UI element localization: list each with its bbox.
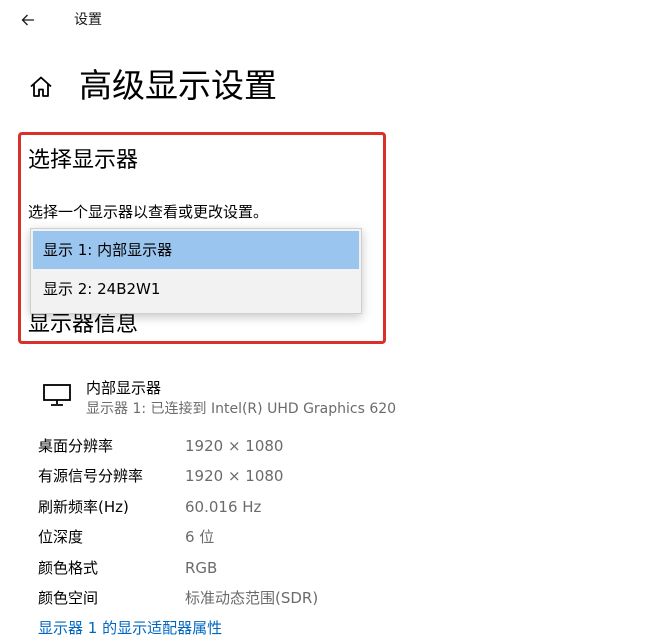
display-option-1[interactable]: 显示 1: 内部显示器 bbox=[33, 231, 359, 269]
page-title: 高级显示设置 bbox=[79, 66, 277, 105]
display-info-heading: 显示器信息 bbox=[28, 312, 139, 337]
display-select-dropdown[interactable]: 显示 1: 内部显示器 显示 2: 24B2W1 bbox=[30, 228, 362, 314]
home-icon[interactable] bbox=[28, 74, 54, 100]
color-space-value: 标准动态范围(SDR) bbox=[185, 589, 319, 607]
color-space-label: 颜色空间 bbox=[38, 589, 99, 607]
back-button[interactable] bbox=[14, 6, 42, 34]
refresh-rate-label: 刷新频率(Hz) bbox=[38, 498, 129, 516]
desktop-resolution-label: 桌面分辨率 bbox=[38, 437, 114, 455]
display-name: 内部显示器 bbox=[86, 379, 162, 397]
active-signal-resolution-value: 1920 × 1080 bbox=[185, 467, 284, 485]
display-adapter-properties-link[interactable]: 显示器 1 的显示适配器属性 bbox=[38, 617, 222, 639]
select-display-heading: 选择显示器 bbox=[28, 148, 139, 173]
active-signal-resolution-label: 有源信号分辨率 bbox=[38, 467, 144, 485]
refresh-rate-value: 60.016 Hz bbox=[185, 498, 262, 516]
title-bar: 设置 bbox=[0, 0, 661, 40]
bit-depth-label: 位深度 bbox=[38, 528, 84, 546]
desktop-resolution-value: 1920 × 1080 bbox=[185, 437, 284, 455]
color-format-value: RGB bbox=[185, 559, 218, 577]
select-display-description: 选择一个显示器以查看或更改设置。 bbox=[28, 203, 269, 221]
color-format-label: 颜色格式 bbox=[38, 559, 99, 577]
bit-depth-value: 6 位 bbox=[185, 528, 215, 546]
app-title: 设置 bbox=[74, 12, 102, 28]
monitor-icon bbox=[43, 384, 71, 406]
arrow-left-icon bbox=[21, 14, 34, 26]
display-connection-info: 显示器 1: 已连接到 Intel(R) UHD Graphics 620 bbox=[86, 401, 397, 417]
display-option-2[interactable]: 显示 2: 24B2W1 bbox=[31, 269, 361, 309]
